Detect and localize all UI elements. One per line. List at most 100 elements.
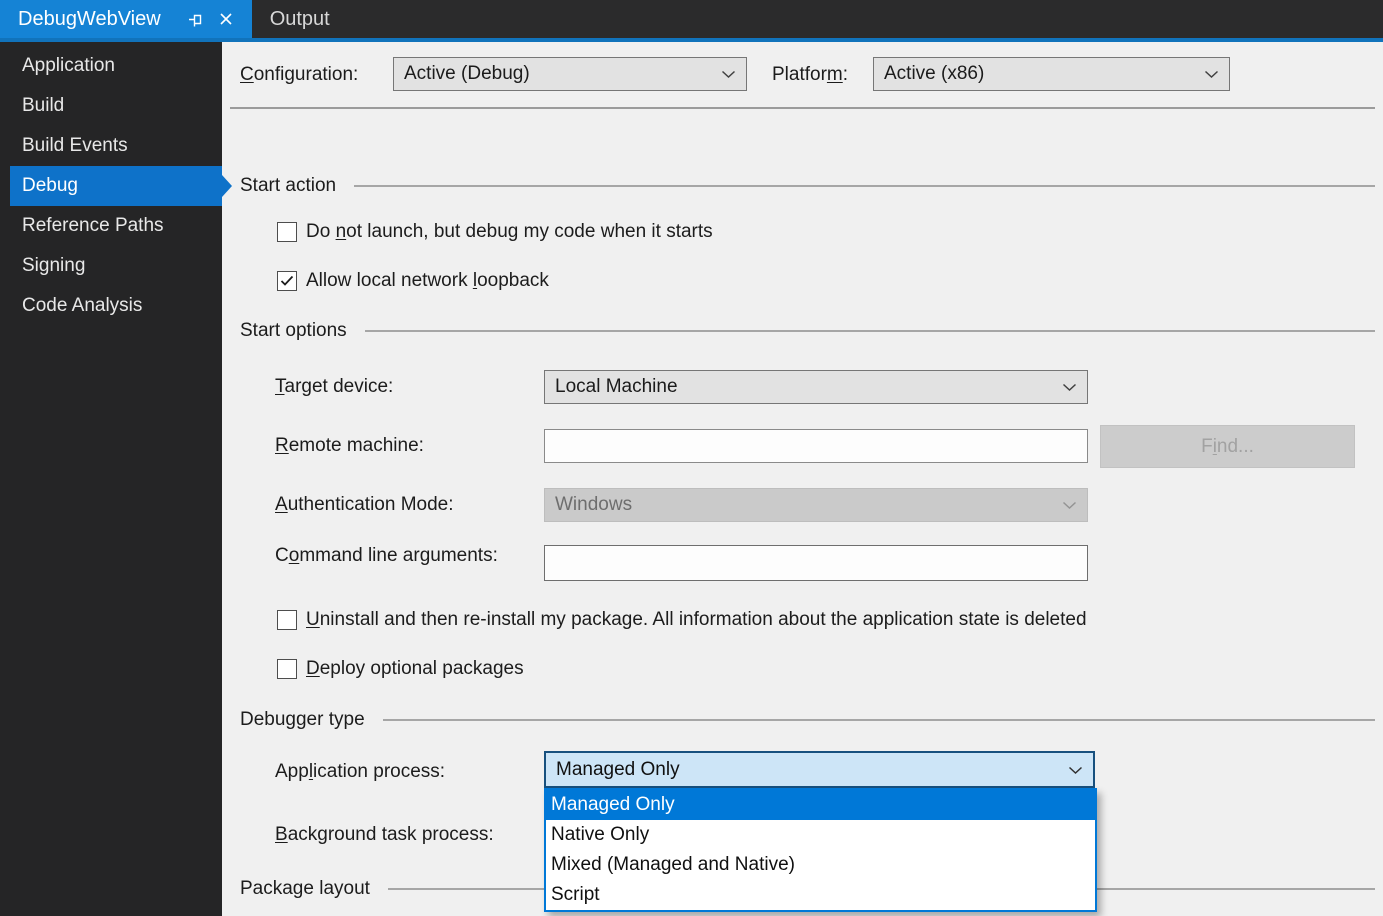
section-title: Package layout: [240, 878, 370, 899]
checkbox-label: Allow local network loopback: [306, 270, 549, 292]
do-not-launch-checkbox[interactable]: [277, 222, 297, 242]
configuration-dropdown[interactable]: Active (Debug): [393, 57, 747, 91]
platform-label: Platform:: [772, 64, 848, 86]
sidebar-item-build-events[interactable]: Build Events: [0, 126, 222, 166]
section-debugger-type: Debugger type: [240, 707, 1375, 733]
label-post: arget device:: [284, 376, 394, 397]
command-line-arguments-input[interactable]: [544, 545, 1088, 581]
label-post: ication process:: [313, 761, 446, 782]
target-device-dropdown[interactable]: Local Machine: [544, 370, 1088, 404]
application-process-label: Application process:: [275, 761, 445, 783]
background-task-process-label: Background task process:: [275, 824, 494, 846]
label-post: ninstall and then re-install my package.…: [319, 609, 1087, 630]
tab-title: DebugWebView: [18, 7, 161, 30]
sidebar-item-reference-paths[interactable]: Reference Paths: [0, 206, 222, 246]
label-accel: A: [275, 494, 288, 515]
document-tab-bar: DebugWebView Output: [0, 0, 1383, 38]
chevron-down-icon: [1068, 759, 1083, 781]
section-title: Debugger type: [240, 709, 365, 730]
config-separator: [230, 107, 1375, 109]
remote-machine-input[interactable]: [544, 429, 1088, 463]
platform-dropdown[interactable]: Active (x86): [873, 57, 1230, 91]
button-label: Find...: [1201, 436, 1254, 458]
tab-title: Output: [269, 7, 330, 30]
do-not-launch-row: Do not launch, but debug my code when it…: [277, 221, 713, 243]
section-rule: [382, 719, 1375, 721]
sidebar-item-debug[interactable]: Debug: [10, 166, 232, 206]
deploy-optional-checkbox[interactable]: [277, 659, 297, 679]
dropdown-option[interactable]: Mixed (Managed and Native): [546, 850, 1095, 880]
label-post: onfiguration:: [253, 64, 359, 85]
label-pre: Platfor: [772, 64, 827, 85]
dropdown-value: Windows: [555, 494, 633, 515]
find-button[interactable]: Find...: [1100, 425, 1355, 468]
sidebar-item-code-analysis[interactable]: Code Analysis: [0, 286, 222, 326]
chevron-down-icon: [1062, 494, 1077, 516]
dropdown-option[interactable]: Script: [546, 880, 1095, 910]
dropdown-value: Local Machine: [555, 376, 678, 397]
label-post: uthentication Mode:: [287, 494, 454, 515]
dropdown-value: Active (Debug): [404, 63, 530, 84]
chevron-down-icon: [1062, 376, 1077, 398]
label-pre: App: [275, 761, 309, 782]
dropdown-option[interactable]: Native Only: [546, 820, 1095, 850]
uninstall-reinstall-checkbox[interactable]: [277, 610, 297, 630]
chevron-down-icon: [721, 63, 736, 85]
label-pre: C: [275, 545, 289, 566]
application-process-dropdown[interactable]: Managed Only: [544, 751, 1095, 788]
label-pre: F: [1201, 435, 1213, 457]
section-title: Start options: [240, 320, 347, 341]
command-line-arguments-label: Command line arguments:: [275, 540, 510, 571]
sidebar-item-signing[interactable]: Signing: [0, 246, 222, 286]
label-accel: B: [275, 824, 288, 845]
remote-machine-label: Remote machine:: [275, 435, 424, 457]
section-rule: [364, 330, 1375, 332]
label-accel: C: [240, 64, 254, 85]
label-accel: T: [275, 376, 285, 397]
label-accel: m: [826, 64, 843, 85]
label-post: mmand line arguments:: [299, 545, 498, 566]
label-accel: o: [288, 545, 300, 566]
label-accel: U: [306, 609, 320, 630]
deploy-optional-row: Deploy optional packages: [277, 658, 524, 680]
authentication-mode-dropdown[interactable]: Windows: [544, 488, 1088, 522]
close-icon[interactable]: [215, 8, 237, 30]
checkbox-label: Uninstall and then re-install my package…: [306, 609, 1087, 631]
project-properties-window: DebugWebView Output Application Build Bu…: [0, 0, 1383, 916]
dropdown-value: Active (x86): [884, 63, 985, 84]
label-post: nd...: [1216, 435, 1254, 457]
pin-icon[interactable]: [185, 8, 207, 30]
chevron-down-icon: [1204, 63, 1219, 85]
section-title: Start action: [240, 175, 337, 196]
label-post: oopback: [477, 270, 549, 291]
allow-loopback-checkbox[interactable]: [277, 271, 297, 291]
sidebar-item-application[interactable]: Application: [0, 46, 222, 86]
debug-settings-panel: Configuration: Active (Debug) Platform: …: [222, 42, 1383, 916]
checkmark-icon: [280, 275, 294, 286]
label-accel: n: [335, 221, 347, 242]
label-post: eploy optional packages: [319, 658, 524, 679]
authentication-mode-label: Authentication Mode:: [275, 494, 454, 516]
sidebar-item-build[interactable]: Build: [0, 86, 222, 126]
dropdown-option[interactable]: Managed Only: [546, 790, 1095, 820]
label-accel: D: [306, 658, 320, 679]
label-pre: Do: [306, 221, 336, 242]
section-rule: [354, 185, 1375, 187]
tab-accent-strip: [0, 38, 1383, 42]
checkbox-label: Do not launch, but debug my code when it…: [306, 221, 713, 243]
section-start-options: Start options: [240, 318, 1375, 344]
label-post: :: [842, 64, 849, 85]
dropdown-value: Managed Only: [556, 758, 680, 780]
application-process-option-list: Managed Only Native Only Mixed (Managed …: [544, 788, 1097, 912]
label-post: emote machine:: [288, 435, 424, 456]
label-pre: Allow local network: [306, 270, 473, 291]
section-start-action: Start action: [240, 173, 1375, 199]
allow-loopback-row: Allow local network loopback: [277, 270, 549, 292]
properties-sidebar: Application Build Build Events Debug Ref…: [0, 42, 232, 916]
target-device-label: Target device:: [275, 376, 393, 398]
tab-output[interactable]: Output: [252, 0, 348, 38]
checkbox-label: Deploy optional packages: [306, 658, 524, 680]
uninstall-reinstall-row: Uninstall and then re-install my package…: [277, 609, 1087, 631]
tab-debugwebview[interactable]: DebugWebView: [0, 0, 252, 38]
label-accel: R: [275, 435, 289, 456]
